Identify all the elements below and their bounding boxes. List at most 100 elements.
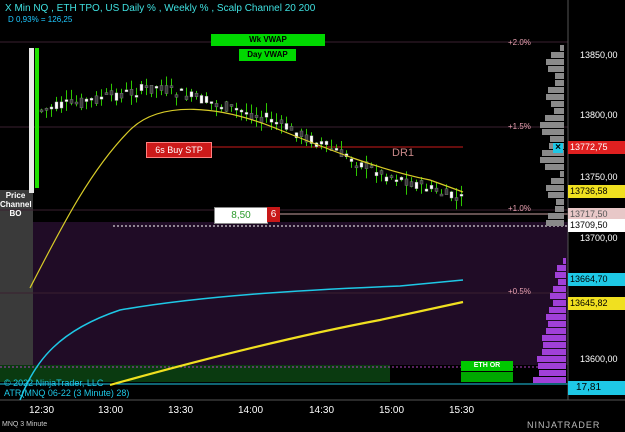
candle-body <box>459 194 464 197</box>
breakout-wick <box>35 48 39 188</box>
candle-body <box>99 96 104 100</box>
candle-body <box>224 101 229 112</box>
dr1-label: DR1 <box>392 147 415 159</box>
close-icon[interactable]: × <box>553 143 563 153</box>
volume-profile-bar <box>548 213 564 219</box>
candle-body <box>189 91 194 98</box>
candle-body <box>409 181 414 187</box>
candle-body <box>454 197 459 201</box>
price-tick: 13800,00 <box>580 110 618 120</box>
volume-profile-bar <box>560 171 564 177</box>
volume-profile-bar <box>548 66 564 72</box>
candle-body <box>354 165 359 169</box>
pct-2: +2.0% <box>508 38 531 47</box>
candle-body <box>279 119 284 124</box>
chart-panel[interactable]: X Min NQ , ETH TPO, US Daily % , Weekly … <box>0 0 625 432</box>
purple-profile-bar <box>557 265 566 271</box>
candle-body <box>429 185 434 190</box>
candle-body <box>394 179 399 182</box>
purple-profile-bar <box>563 258 566 264</box>
candle-body <box>109 90 114 96</box>
volume-profile-bar <box>560 45 564 51</box>
price-tick: 13750,00 <box>580 172 618 182</box>
yellow-low-flag: 13645,82 <box>568 297 625 310</box>
volume-profile-bar <box>540 122 564 128</box>
purple-profile-bar <box>539 370 566 376</box>
breakout-candle <box>29 48 34 193</box>
candle-body <box>164 85 169 94</box>
candle-body <box>374 172 379 177</box>
candle-body <box>49 106 54 110</box>
candle-body <box>299 130 304 137</box>
volume-profile-bar <box>546 59 564 65</box>
price-chart <box>0 0 625 401</box>
purple-profile-bar <box>558 279 566 285</box>
eth-or-zone <box>461 372 513 382</box>
time-tick: 14:30 <box>309 405 335 416</box>
daily-range: D 0,93% = 126,25 <box>8 15 73 24</box>
instrument-label: MNQ 3 Minute <box>2 421 48 428</box>
time-tick: 12:30 <box>29 405 55 416</box>
candle-body <box>254 114 259 118</box>
day-vwap-label: Day VWAP <box>239 49 296 61</box>
price-tick: 13850,00 <box>580 50 618 60</box>
candle-body <box>79 97 84 109</box>
volume-profile-bar <box>548 192 564 198</box>
pct-1-5: +1.5% <box>508 122 531 131</box>
candle-body <box>399 177 404 181</box>
buy-stop-order[interactable]: 6s Buy STP <box>146 142 212 158</box>
candle-body <box>84 98 89 102</box>
candle-body <box>134 95 139 98</box>
candle-body <box>424 188 429 192</box>
purple-profile-bar <box>553 300 566 306</box>
candle-body <box>269 118 274 123</box>
volume-profile-bar <box>546 220 564 226</box>
candle-body <box>359 162 364 168</box>
order-price-box[interactable]: 8,50 <box>214 207 268 224</box>
candle-body <box>239 109 244 113</box>
volume-profile-bar <box>540 157 564 163</box>
candle-body <box>154 86 159 89</box>
volume-profile-bar <box>555 80 564 86</box>
purple-profile-bar <box>553 286 566 292</box>
candle-body <box>169 85 174 88</box>
purple-profile-bar <box>548 321 566 327</box>
candle-body <box>69 99 74 104</box>
volume-profile-bar <box>551 52 564 58</box>
candle-body <box>404 178 409 186</box>
candle-body <box>179 88 184 91</box>
volume-profile-bar <box>548 87 564 93</box>
candle-body <box>114 92 119 101</box>
purple-profile-bar <box>542 335 566 341</box>
candle-body <box>144 85 149 88</box>
candle-body <box>124 89 129 93</box>
price-channel-zone <box>0 190 33 380</box>
purple-profile-bar <box>549 307 566 313</box>
purple-profile-bar <box>543 342 566 348</box>
price-tick: 13700,00 <box>580 233 618 243</box>
atr-value-flag: 17,81 <box>568 381 625 395</box>
brand-logo: NINJATRADER <box>527 420 601 430</box>
candle-body <box>209 101 214 104</box>
volume-profile-bar <box>554 108 564 114</box>
candle-body <box>39 109 44 113</box>
copyright: © 2022 NinjaTrader, LLC <box>4 378 104 388</box>
candle-body <box>244 112 249 115</box>
order-qty-box[interactable]: 6 <box>267 207 280 222</box>
volume-profile-bar <box>551 178 564 184</box>
candle-body <box>264 112 269 118</box>
candle-body <box>259 116 264 123</box>
candle-body <box>284 123 289 130</box>
candle-body <box>414 181 419 189</box>
price-tick: 13600,00 <box>580 354 618 364</box>
candle-body <box>324 140 329 145</box>
candle-body <box>379 170 384 175</box>
candle-body <box>89 98 94 101</box>
candle-body <box>139 84 144 91</box>
purple-profile-bar <box>550 293 566 299</box>
volume-profile-bar <box>546 94 564 100</box>
candle-body <box>249 113 254 120</box>
candle-body <box>54 101 59 110</box>
candle-body <box>94 95 99 104</box>
wk-vwap-label: Wk VWAP <box>211 34 325 46</box>
